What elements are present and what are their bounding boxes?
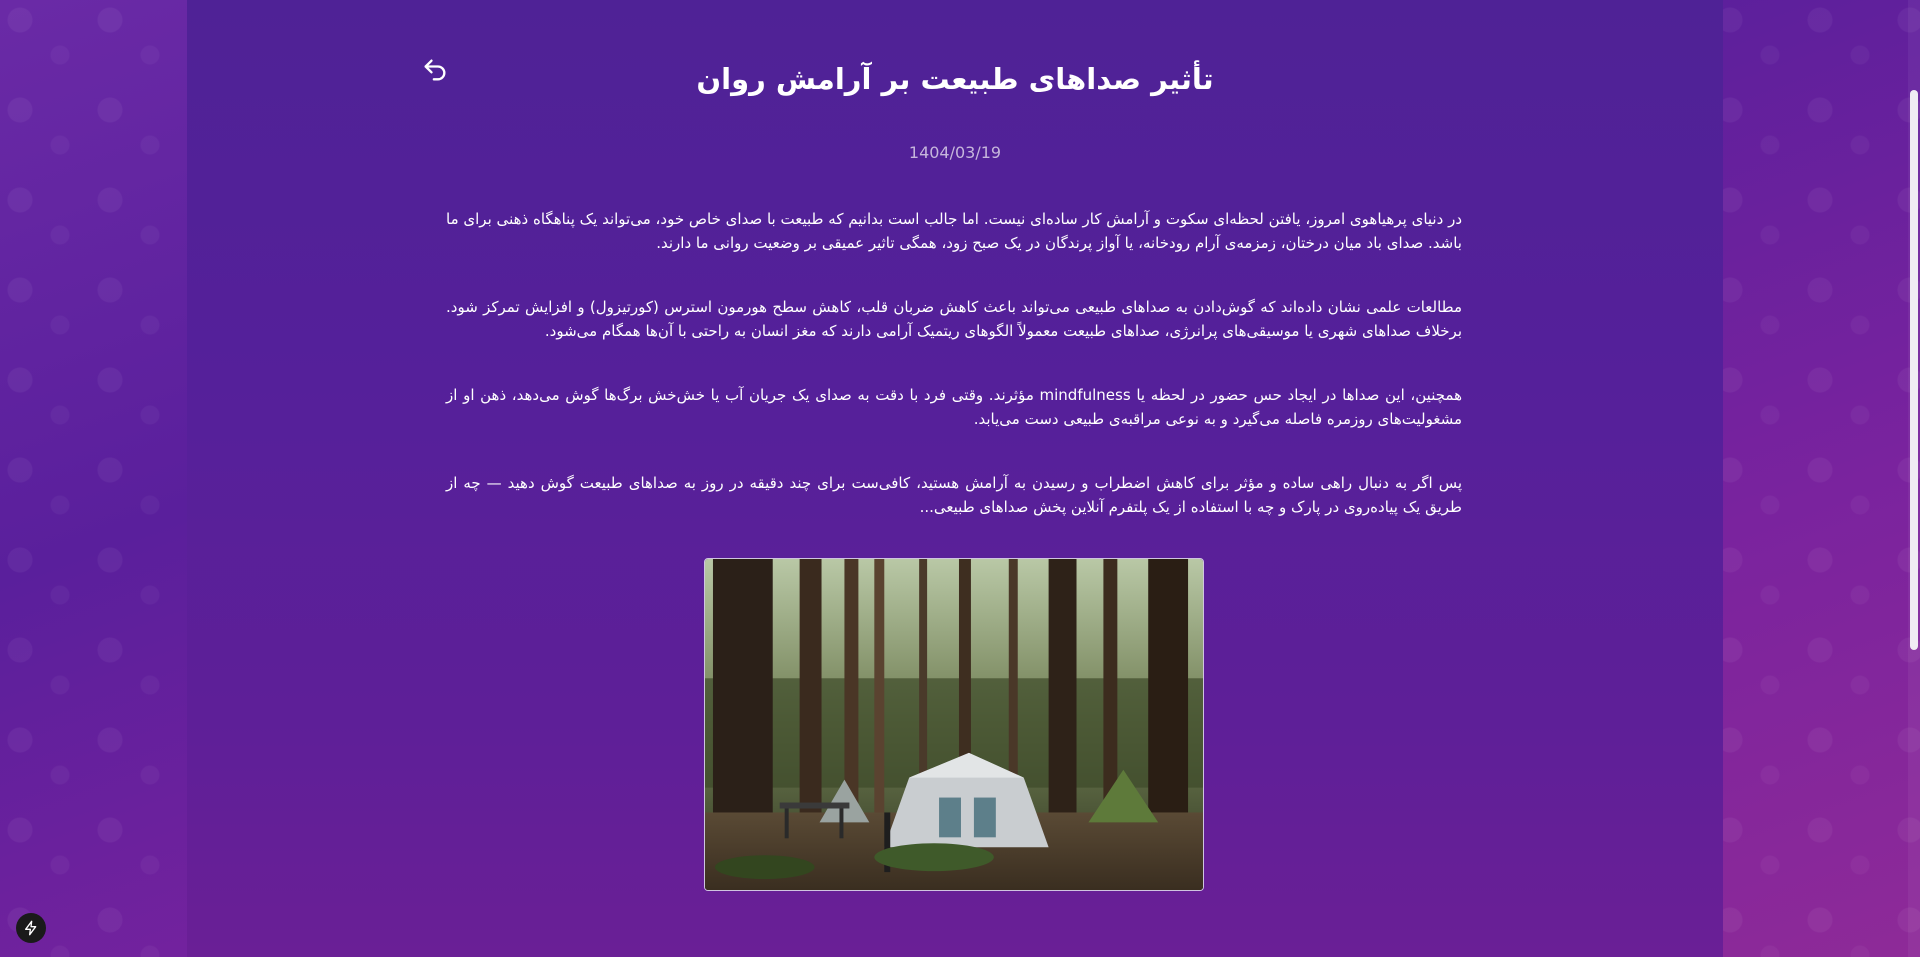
article-paragraph: پس اگر به دنبال راهی ساده و مؤثر برای کا… — [446, 474, 1462, 516]
scrollbar[interactable] — [1908, 0, 1920, 957]
quick-action-button[interactable] — [16, 913, 46, 943]
lightning-icon — [25, 920, 37, 936]
page-title: تأثیر صداهای طبیعت بر آرامش روان — [696, 62, 1214, 96]
forest-camping-image — [705, 559, 1203, 890]
post-date: 1404/03/19 — [908, 143, 1002, 162]
article-paragraph: همچنین، این صداها در ایجاد حس حضور در لح… — [446, 386, 1462, 428]
article-paragraph: در دنیای پرهیاهوی امروز، یافتن لحظه‌ای س… — [446, 210, 1462, 252]
scrollbar-thumb[interactable] — [1910, 90, 1918, 650]
article-image — [704, 558, 1204, 891]
article-paragraph: مطالعات علمی نشان داده‌اند که گوش‌دادن ب… — [446, 298, 1462, 340]
article-body: در دنیای پرهیاهوی امروز، یافتن لحظه‌ای س… — [446, 207, 1462, 559]
